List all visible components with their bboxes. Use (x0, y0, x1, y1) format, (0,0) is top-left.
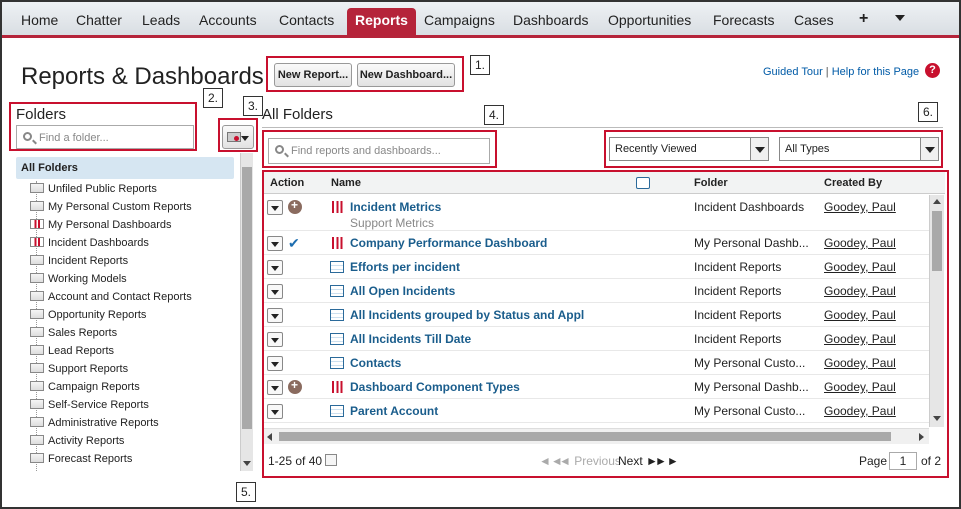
callout-1: 1. (470, 55, 490, 75)
folder-icon (30, 183, 44, 193)
tab-opportunities[interactable]: Opportunities (608, 12, 691, 28)
callout-5: 5. (236, 482, 256, 502)
folder-scrollbar[interactable] (240, 153, 253, 471)
folder-icon (30, 255, 44, 265)
folder-item-label: Self-Service Reports (48, 399, 149, 411)
divider (262, 127, 943, 128)
folder-item[interactable]: Forecast Reports (30, 450, 132, 468)
folder-item[interactable]: Incident Dashboards (30, 234, 149, 252)
tab-cases[interactable]: Cases (794, 12, 834, 28)
callout-3: 3. (243, 96, 263, 116)
highlight-box-6 (604, 130, 943, 168)
folder-item-label: Support Reports (48, 363, 129, 375)
folder-icon (30, 363, 44, 373)
folder-item[interactable]: Activity Reports (30, 432, 124, 450)
folder-item[interactable]: Opportunity Reports (30, 306, 146, 324)
callout-6: 6. (918, 102, 938, 122)
folder-icon (30, 381, 44, 391)
page-title: Reports & Dashboards (21, 63, 264, 90)
folder-item-label: Lead Reports (48, 345, 115, 357)
callout-2: 2. (203, 88, 223, 108)
guided-tour-link[interactable]: Guided Tour (763, 66, 823, 78)
scroll-down-icon[interactable] (243, 461, 251, 466)
folder-item-label: My Personal Custom Reports (48, 201, 192, 213)
highlight-box-2 (9, 102, 197, 151)
folder-tree: All Folders Unfiled Public Reports My Per… (14, 153, 252, 473)
folder-item-label: Account and Contact Reports (48, 291, 192, 303)
folder-item[interactable]: Sales Reports (30, 324, 117, 342)
folder-scroll-thumb[interactable] (242, 167, 252, 429)
highlight-box-5 (262, 170, 949, 478)
folder-icon (30, 327, 44, 337)
folder-item[interactable]: Campaign Reports (30, 378, 140, 396)
help-link[interactable]: Help for this Page (832, 66, 919, 78)
folder-item-label: Incident Reports (48, 255, 129, 267)
folder-item-label: Incident Dashboards (48, 237, 149, 249)
help-icon[interactable]: ? (925, 63, 940, 78)
folder-item-label: Campaign Reports (48, 381, 140, 393)
folder-icon (30, 273, 44, 283)
folder-item[interactable]: My Personal Custom Reports (30, 198, 192, 216)
folder-item[interactable]: Lead Reports (30, 342, 114, 360)
tab-contacts[interactable]: Contacts (279, 12, 334, 28)
folder-item-label: Opportunity Reports (48, 309, 147, 321)
folder-icon (30, 417, 44, 427)
folder-item[interactable]: Working Models (30, 270, 127, 288)
folder-item[interactable]: My Personal Dashboards (30, 216, 172, 234)
folder-icon (30, 399, 44, 409)
folder-item[interactable]: Account and Contact Reports (30, 288, 192, 306)
folder-item[interactable]: Administrative Reports (30, 414, 159, 432)
tab-forecasts[interactable]: Forecasts (713, 12, 774, 28)
dashboard-folder-icon (30, 237, 44, 247)
add-tab-icon[interactable]: + (859, 10, 868, 28)
folder-icon (30, 291, 44, 301)
main-title: All Folders (262, 106, 333, 123)
folder-icon (30, 201, 44, 211)
folder-icon (30, 345, 44, 355)
all-folders-item[interactable]: All Folders (16, 157, 234, 179)
folder-icon (30, 453, 44, 463)
tab-home[interactable]: Home (21, 12, 58, 28)
tab-chatter[interactable]: Chatter (76, 12, 122, 28)
link-separator: | (825, 66, 829, 78)
folder-item[interactable]: Support Reports (30, 360, 128, 378)
folder-item-label: Activity Reports (48, 435, 125, 447)
tab-accounts[interactable]: Accounts (199, 12, 257, 28)
dashboard-folder-icon (30, 219, 44, 229)
folder-item-label: Sales Reports (48, 327, 118, 339)
highlight-box-4 (262, 130, 497, 168)
folder-item-label: Unfiled Public Reports (48, 183, 157, 195)
highlight-box-1 (266, 56, 464, 92)
folder-item[interactable]: Self-Service Reports (30, 396, 149, 414)
tab-reports[interactable]: Reports (347, 8, 416, 36)
callout-4: 4. (484, 105, 504, 125)
folder-item[interactable]: Incident Reports (30, 252, 128, 270)
folder-icon (30, 435, 44, 445)
chevron-down-icon[interactable] (895, 15, 905, 21)
folder-icon (30, 309, 44, 319)
highlight-box-3 (218, 118, 258, 152)
folder-item-label: Administrative Reports (48, 417, 159, 429)
tab-leads[interactable]: Leads (142, 12, 180, 28)
tab-dashboards[interactable]: Dashboards (513, 12, 589, 28)
top-links: Guided Tour | Help for this Page (763, 66, 919, 78)
folder-item-label: Working Models (48, 273, 127, 285)
folder-item[interactable]: Unfiled Public Reports (30, 180, 157, 198)
top-nav: Home Chatter Leads Accounts Contacts Rep… (2, 2, 959, 38)
folder-item-label: My Personal Dashboards (48, 219, 172, 231)
tab-campaigns[interactable]: Campaigns (424, 12, 495, 28)
folder-item-label: Forecast Reports (48, 453, 133, 465)
